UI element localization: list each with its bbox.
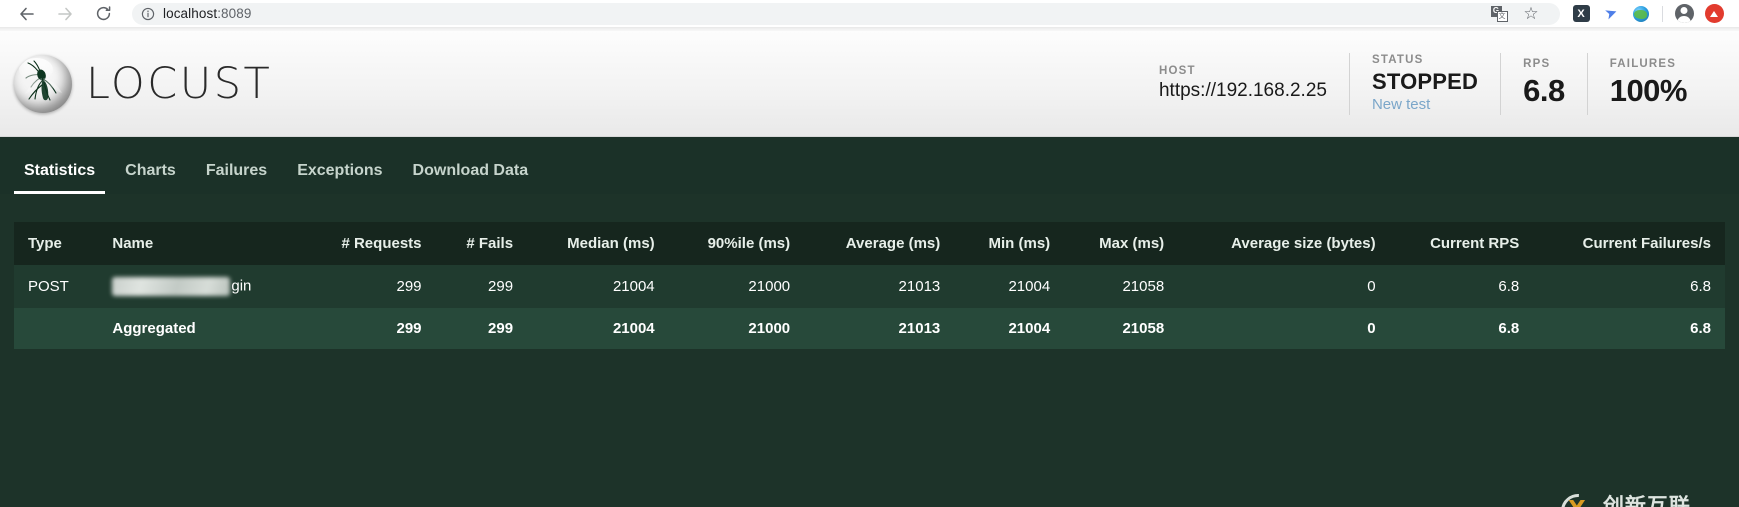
cell-requests-agg: 299 (396, 320, 422, 337)
col-current-failures[interactable]: Current Failures/s (1533, 222, 1725, 265)
redacted-name-blur (112, 277, 231, 296)
col-name[interactable]: Name (98, 222, 304, 265)
nav-tabs: Statistics Charts Failures Exceptions Do… (0, 137, 1739, 194)
watermark-cn: 创新互联 (1602, 493, 1691, 507)
browser-toolbar: localhost:8089 G 文 ☆ X ➤ (0, 0, 1739, 27)
stat-status-label: STATUS (1371, 54, 1424, 66)
stat-failures-value: 100% (1609, 73, 1688, 108)
address-bar-text: localhost:8089 (163, 6, 251, 21)
address-bar[interactable]: localhost:8089 G 文 ☆ (132, 2, 1560, 26)
page-title: LOCUST (86, 58, 273, 109)
tab-download-data[interactable]: Download Data (403, 162, 539, 194)
tab-charts[interactable]: Charts (115, 162, 186, 194)
watermark: X 创新互联 CHUANG XIN HU LIAN (1553, 486, 1721, 507)
stat-failures: FAILURES 100% (1586, 52, 1709, 115)
tab-statistics[interactable]: Statistics (14, 162, 106, 194)
cell-p90-agg: 21000 (748, 320, 791, 337)
info-circle-icon[interactable] (141, 7, 155, 21)
cell-current-rps: 6.8 (1498, 278, 1520, 295)
url-port: :8089 (217, 6, 252, 21)
cell-min-agg: 21004 (1008, 320, 1051, 337)
cell-type-agg (14, 308, 98, 349)
cell-average-agg: 21013 (898, 320, 941, 337)
translate-icon[interactable]: G 文 (1484, 2, 1514, 26)
col-type[interactable]: Type (14, 222, 99, 265)
status-badge: STOPPED (1371, 69, 1479, 94)
cell-average: 21013 (898, 278, 941, 295)
stat-failures-label: FAILURES (1609, 58, 1677, 70)
col-current-rps[interactable]: Current RPS (1389, 222, 1534, 265)
bookmark-star-icon[interactable]: ☆ (1516, 2, 1546, 26)
extension-x-icon[interactable]: X (1566, 2, 1596, 26)
brand: LOCUST (14, 55, 272, 113)
cell-fails: 299 (488, 278, 514, 295)
tab-exceptions[interactable]: Exceptions (287, 162, 392, 194)
watermark-logo-icon: X (1553, 486, 1602, 507)
stat-host-value: https://192.168.2.25 (1158, 80, 1327, 101)
cell-avg-size-agg: 0 (1367, 320, 1376, 337)
omnibox-actions: G 文 ☆ (1484, 2, 1548, 26)
translate-icon-glyph-target: 文 (1496, 10, 1508, 22)
main-content: Type Name # Requests # Fails Median (ms)… (0, 194, 1739, 507)
back-arrow-icon[interactable] (16, 3, 38, 25)
watermark-x-glyph: X (1568, 499, 1586, 507)
statistics-table: Type Name # Requests # Fails Median (ms)… (14, 222, 1725, 349)
cell-name: gin (98, 265, 303, 308)
table-header-row: Type Name # Requests # Fails Median (ms)… (14, 222, 1725, 265)
cell-max-agg: 21058 (1122, 320, 1165, 337)
col-average[interactable]: Average (ms) (804, 222, 955, 265)
extension-toolbar: X ➤ (1560, 2, 1729, 26)
stat-rps: RPS 6.8 (1500, 52, 1587, 115)
cell-fails-agg: 299 (488, 320, 514, 337)
col-p90[interactable]: 90%ile (ms) (668, 222, 805, 265)
col-requests[interactable]: # Requests (303, 222, 436, 265)
stat-rps-label: RPS (1523, 58, 1551, 70)
forward-arrow-icon[interactable] (54, 3, 76, 25)
cell-requests: 299 (396, 278, 422, 295)
app-header: LOCUST HOST https://192.168.2.25 STATUS … (0, 31, 1739, 137)
cell-name-tail: gin (231, 277, 252, 295)
window-close-icon[interactable] (1699, 2, 1729, 26)
browser-nav-buttons (16, 3, 114, 25)
stat-rps-value: 6.8 (1523, 73, 1565, 108)
col-fails[interactable]: # Fails (435, 222, 528, 265)
table-row: POST gin 299 299 21004 21000 21013 21004… (14, 265, 1725, 308)
profile-avatar-icon[interactable] (1669, 2, 1699, 26)
tab-failures[interactable]: Failures (196, 162, 277, 194)
toolbar-divider (1662, 5, 1663, 22)
col-median[interactable]: Median (ms) (527, 222, 669, 265)
idm-globe-icon[interactable] (1626, 2, 1656, 26)
cell-min: 21004 (1008, 278, 1051, 295)
header-stats: HOST https://192.168.2.25 STATUS STOPPED… (1137, 52, 1709, 115)
cell-current-failures-agg: 6.8 (1690, 320, 1711, 337)
cell-type: POST (28, 278, 69, 295)
cell-avg-size: 0 (1367, 278, 1376, 295)
cell-name-agg: Aggregated (112, 320, 196, 337)
cell-current-rps-agg: 6.8 (1498, 320, 1520, 337)
cell-current-failures: 6.8 (1690, 278, 1711, 295)
table-row-aggregated: Aggregated 299 299 21004 21000 21013 210… (14, 308, 1725, 349)
stat-status: STATUS STOPPED New test (1348, 52, 1500, 115)
stat-host-label: HOST (1158, 65, 1196, 77)
table-header: Type Name # Requests # Fails Median (ms)… (14, 222, 1725, 265)
stat-host: HOST https://192.168.2.25 (1137, 53, 1349, 115)
locust-logo-icon (14, 55, 72, 113)
cell-median-agg: 21004 (612, 320, 655, 337)
extension-arrow-icon[interactable]: ➤ (1596, 2, 1626, 26)
watermark-text: 创新互联 CHUANG XIN HU LIAN (1602, 493, 1721, 507)
col-avg-size[interactable]: Average size (bytes) (1178, 222, 1390, 265)
col-max[interactable]: Max (ms) (1064, 222, 1179, 265)
cell-median: 21004 (612, 278, 655, 295)
new-test-link[interactable]: New test (1372, 96, 1478, 113)
reload-icon[interactable] (92, 3, 114, 25)
url-host: localhost (163, 6, 218, 21)
col-min[interactable]: Min (ms) (954, 222, 1065, 265)
cell-max: 21058 (1122, 278, 1165, 295)
cell-p90: 21000 (748, 278, 791, 295)
table-body: POST gin 299 299 21004 21000 21013 21004… (14, 265, 1725, 349)
